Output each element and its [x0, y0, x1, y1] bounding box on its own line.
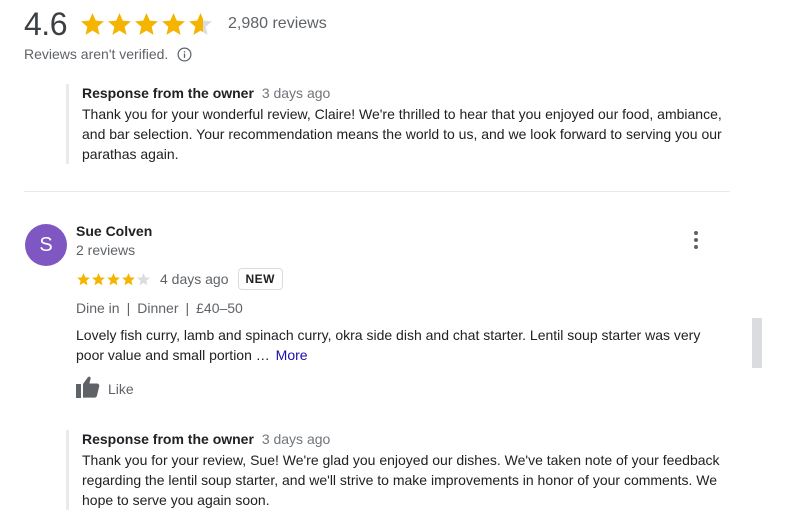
- star-icon: [77, 272, 90, 285]
- review-attributes: Dine in | Dinner | £40–50: [76, 300, 243, 316]
- avatar[interactable]: S: [25, 224, 67, 266]
- new-badge: NEW: [237, 268, 283, 290]
- attribute-price: £40–50: [196, 300, 243, 316]
- star-icon: [107, 272, 120, 285]
- like-button[interactable]: Like: [76, 376, 134, 402]
- rating-summary: 4.6 2,980 reviews Reviews aren't verifie…: [24, 4, 327, 63]
- star-icon: [189, 12, 212, 35]
- like-label: Like: [108, 381, 134, 397]
- avatar-letter: S: [39, 233, 53, 256]
- review-body: Lovely fish curry, lamb and spinach curr…: [76, 327, 701, 363]
- more-link[interactable]: More: [276, 347, 308, 363]
- more-options-icon[interactable]: [688, 229, 704, 251]
- reviewer-name[interactable]: Sue Colven: [76, 223, 152, 239]
- attribute-separator: |: [185, 300, 190, 316]
- star-icon: [122, 272, 135, 285]
- reply-time: 3 days ago: [261, 431, 331, 447]
- reply-text: Thank you for your wonderful review, Cla…: [82, 106, 722, 162]
- average-rating: 4.6: [24, 5, 67, 42]
- star-icon: [81, 12, 104, 35]
- reply-text: Thank you for your review, Sue! We're gl…: [82, 452, 720, 508]
- star-icon: [162, 12, 185, 35]
- total-review-count[interactable]: 2,980 reviews: [228, 15, 327, 33]
- review-time: 4 days ago: [160, 271, 229, 287]
- star-icon: [108, 12, 131, 35]
- reply-time: 3 days ago: [261, 85, 331, 101]
- star-icon: [92, 272, 105, 285]
- reviewer-review-count[interactable]: 2 reviews: [76, 242, 135, 258]
- thumbs-up-icon: [76, 376, 100, 403]
- info-icon[interactable]: [177, 47, 192, 62]
- scrollbar-thumb[interactable]: [752, 318, 762, 368]
- reply-author: Response from the owner: [82, 85, 254, 101]
- review-text: Lovely fish curry, lamb and spinach curr…: [76, 325, 726, 365]
- attribute-service: Dine in: [76, 300, 120, 316]
- owner-reply: Response from the owner 3 days ago Thank…: [66, 430, 742, 510]
- review-stars: [76, 272, 151, 287]
- review-divider: [24, 191, 730, 192]
- attribute-meal: Dinner: [137, 300, 179, 316]
- reply-author: Response from the owner: [82, 431, 254, 447]
- owner-reply: Response from the owner 3 days ago Thank…: [66, 84, 742, 164]
- average-rating-stars: [79, 11, 214, 38]
- verification-note: Reviews aren't verified.: [24, 46, 169, 62]
- review-rating-row: 4 days ago NEW: [76, 266, 283, 292]
- attribute-separator: |: [126, 300, 131, 316]
- star-icon: [135, 12, 158, 35]
- star-icon: [137, 272, 150, 285]
